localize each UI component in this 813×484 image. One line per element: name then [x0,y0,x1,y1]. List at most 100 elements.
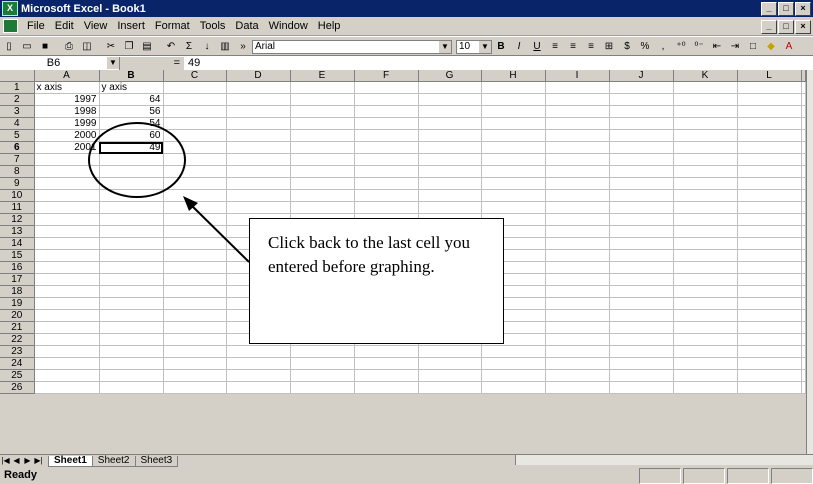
cell-c15[interactable] [163,249,227,263]
cell-f3[interactable] [354,105,419,119]
cell-m8[interactable] [801,165,806,179]
cell-i10[interactable] [545,189,610,203]
cell-m6[interactable] [801,141,806,155]
row-header-12[interactable]: 12 [0,213,35,227]
cell-g4[interactable] [418,117,482,131]
cell-c4[interactable] [163,117,227,131]
cell-l20[interactable] [737,309,802,323]
cell-g9[interactable] [418,177,482,191]
cell-j26[interactable] [609,381,674,395]
cell-f23[interactable] [354,345,419,359]
cell-l13[interactable] [737,225,802,239]
cell-m21[interactable] [801,321,806,335]
cell-f5[interactable] [354,129,419,143]
cell-a16[interactable] [34,261,100,275]
cell-d7[interactable] [226,153,291,167]
cell-a26[interactable] [34,381,100,395]
cell-l26[interactable] [737,381,802,395]
cell-k11[interactable] [673,201,738,215]
cell-j19[interactable] [609,297,674,311]
cell-k6[interactable] [673,141,738,155]
row-header-21[interactable]: 21 [0,321,35,335]
cell-l23[interactable] [737,345,802,359]
cell-k26[interactable] [673,381,738,395]
select-all-corner[interactable] [0,70,35,83]
cell-l11[interactable] [737,201,802,215]
name-box[interactable]: B6 ▼ [0,56,120,70]
cell-b2[interactable]: 64 [99,93,164,107]
chart-wizard-icon[interactable]: ▥ [216,39,234,55]
cell-l4[interactable] [737,117,802,131]
formula-input[interactable]: 49 [184,57,200,69]
first-sheet-icon[interactable]: |◀ [0,456,11,466]
borders-icon[interactable]: □ [744,39,762,55]
save-icon[interactable]: ■ [36,39,54,55]
cell-k19[interactable] [673,297,738,311]
cell-c7[interactable] [163,153,227,167]
font-size-select[interactable]: 10 ▼ [456,39,492,54]
cell-f1[interactable] [354,81,419,95]
column-header-k[interactable]: K [673,70,738,83]
cell-j10[interactable] [609,189,674,203]
cell-m19[interactable] [801,297,806,311]
cell-a7[interactable] [34,153,100,167]
cell-i20[interactable] [545,309,610,323]
cell-h10[interactable] [481,189,546,203]
align-center-icon[interactable]: ≡ [564,39,582,55]
underline-icon[interactable]: U [528,39,546,55]
cell-c21[interactable] [163,321,227,335]
cell-i7[interactable] [545,153,610,167]
cell-m16[interactable] [801,261,806,275]
cell-c23[interactable] [163,345,227,359]
copy-icon[interactable]: ❐ [120,39,138,55]
cell-j22[interactable] [609,333,674,347]
row-header-17[interactable]: 17 [0,273,35,287]
cell-l18[interactable] [737,285,802,299]
cell-j2[interactable] [609,93,674,107]
cell-m5[interactable] [801,129,806,143]
cell-b1[interactable]: y axis [99,81,164,95]
vertical-scrollbar[interactable] [806,70,813,454]
open-icon[interactable]: ▭ [18,39,36,55]
cell-f26[interactable] [354,381,419,395]
cell-j13[interactable] [609,225,674,239]
cell-g8[interactable] [418,165,482,179]
increase-indent-icon[interactable]: ⇥ [726,39,744,55]
excel-app-icon[interactable]: X [2,1,18,16]
row-header-6[interactable]: 6 [0,141,35,155]
cell-m11[interactable] [801,201,806,215]
cell-a25[interactable] [34,369,100,383]
cell-e25[interactable] [290,369,355,383]
row-header-8[interactable]: 8 [0,165,35,179]
cell-d8[interactable] [226,165,291,179]
cell-b23[interactable] [99,345,164,359]
cell-j14[interactable] [609,237,674,251]
cell-j4[interactable] [609,117,674,131]
cell-b13[interactable] [99,225,164,239]
row-header-4[interactable]: 4 [0,117,35,131]
cell-g1[interactable] [418,81,482,95]
sort-ascending-icon[interactable]: ↓ [198,39,216,55]
cell-b20[interactable] [99,309,164,323]
column-header-h[interactable]: H [481,70,546,83]
cell-l7[interactable] [737,153,802,167]
row-header-2[interactable]: 2 [0,93,35,107]
cell-e1[interactable] [290,81,355,95]
cell-h1[interactable] [481,81,546,95]
cell-c12[interactable] [163,213,227,227]
next-sheet-icon[interactable]: ▶ [22,456,33,466]
cell-j8[interactable] [609,165,674,179]
cell-b11[interactable] [99,201,164,215]
cell-c18[interactable] [163,285,227,299]
cell-l3[interactable] [737,105,802,119]
row-header-26[interactable]: 26 [0,381,35,395]
cell-e23[interactable] [290,345,355,359]
cell-b15[interactable] [99,249,164,263]
cell-m13[interactable] [801,225,806,239]
cell-b22[interactable] [99,333,164,347]
cell-j20[interactable] [609,309,674,323]
cell-f8[interactable] [354,165,419,179]
cell-i16[interactable] [545,261,610,275]
row-header-19[interactable]: 19 [0,297,35,311]
cell-h5[interactable] [481,129,546,143]
